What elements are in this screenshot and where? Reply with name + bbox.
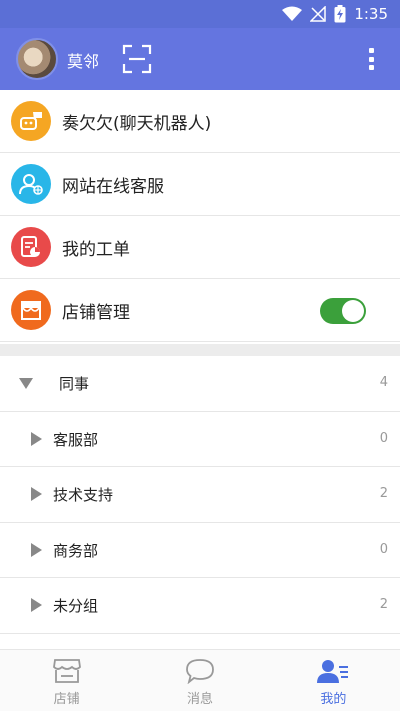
group-name: 同事	[59, 375, 90, 393]
group-ungrouped[interactable]: 未分组 2	[0, 578, 400, 634]
store-tab-icon	[52, 659, 81, 683]
tab-store[interactable]: 店铺	[0, 650, 133, 711]
collapsed-arrow-icon	[31, 542, 42, 557]
robot-chat-icon	[11, 101, 51, 141]
group-count: 0	[379, 541, 388, 557]
online-service-icon	[11, 164, 51, 204]
work-order-icon	[11, 227, 51, 267]
app-header: 莫邻	[0, 28, 400, 90]
group-name: 未分组	[53, 597, 99, 615]
group-name: 技术支持	[53, 486, 114, 504]
section-divider	[0, 344, 400, 356]
tab-label: 消息	[186, 692, 213, 707]
menu-item-chatbot[interactable]: 奏欠欠(聊天机器人)	[0, 90, 400, 153]
more-dot-icon	[368, 65, 374, 70]
contact-groups: 同事 4 客服部 0 技术支持 2 商务部 0 未分组 2	[0, 356, 400, 634]
group-count: 2	[379, 486, 388, 501]
collapsed-arrow-icon	[31, 598, 42, 612]
group-count: 2	[379, 597, 388, 612]
group-name: 客服部	[53, 430, 99, 449]
more-dot-icon	[368, 48, 374, 53]
group-count: 0	[379, 430, 388, 446]
battery-charging-icon	[334, 5, 346, 23]
tab-label: 店铺	[53, 692, 80, 707]
expanded-arrow-icon	[19, 378, 33, 389]
menu-item-work-orders[interactable]: 我的工单	[0, 216, 400, 279]
more-options-button[interactable]	[360, 46, 382, 72]
status-time: 1:35	[354, 5, 388, 23]
tab-label: 我的	[320, 692, 347, 707]
service-menu: 奏欠欠(聊天机器人) 网站在线客服 我的工单 店铺管理	[0, 90, 400, 342]
menu-item-online-service[interactable]: 网站在线客服	[0, 153, 400, 216]
collapsed-arrow-icon	[31, 487, 42, 501]
tab-messages[interactable]: 消息	[133, 650, 266, 711]
more-dot-icon	[368, 56, 374, 62]
collapsed-arrow-icon	[31, 431, 42, 446]
group-count: 4	[379, 375, 388, 390]
group-colleagues[interactable]: 同事 4	[0, 356, 400, 412]
scan-icon[interactable]	[122, 44, 152, 74]
store-icon	[11, 290, 51, 330]
menu-item-store-management: 店铺管理	[0, 279, 400, 342]
status-bar: 1:35	[0, 0, 400, 28]
no-signal-icon	[310, 6, 327, 22]
group-business[interactable]: 商务部 0	[0, 523, 400, 578]
wifi-icon	[282, 6, 303, 21]
contacts-icon	[317, 660, 349, 683]
avatar[interactable]	[16, 38, 58, 80]
toggle-knob	[342, 300, 364, 322]
username: 莫邻	[67, 52, 100, 71]
group-name: 商务部	[53, 541, 99, 560]
tab-me[interactable]: 我的	[267, 650, 400, 711]
store-management-toggle[interactable]	[320, 298, 366, 324]
bottom-tab-bar: 店铺 消息 我的	[0, 649, 400, 711]
group-tech-support[interactable]: 技术支持 2	[0, 467, 400, 523]
chat-bubble-icon	[186, 659, 214, 684]
menu-item-label: 我的工单	[62, 240, 130, 260]
menu-item-label: 店铺管理	[62, 303, 130, 323]
menu-item-label: 网站在线客服	[62, 177, 164, 197]
menu-item-label: 奏欠欠(聊天机器人)	[62, 114, 212, 134]
group-customer-service[interactable]: 客服部 0	[0, 412, 400, 467]
